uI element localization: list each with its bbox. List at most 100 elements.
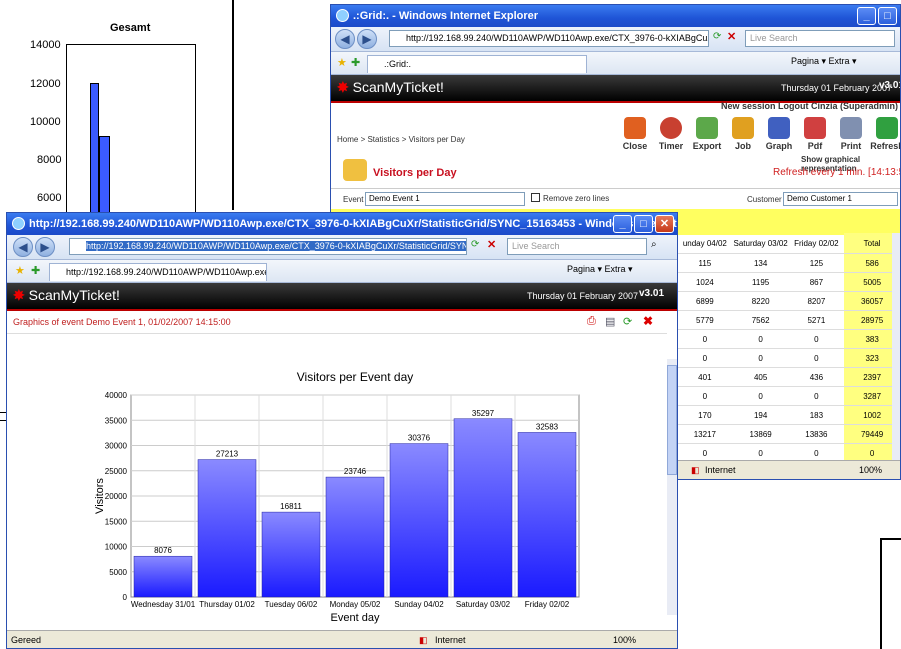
customer-label: Customer — [747, 195, 782, 204]
add-favorites-icon[interactable]: ✚ — [351, 56, 360, 69]
x-tick-label: Monday 05/02 — [330, 600, 381, 609]
forward-icon[interactable]: ▶ — [35, 237, 55, 257]
command-bar[interactable]: Pagina ▾ Extra ▾ — [791, 56, 857, 67]
maximize-button[interactable]: □ — [634, 215, 653, 233]
y-tick-label: 30000 — [105, 442, 128, 451]
app-logo-text: ScanMyTicket! — [352, 79, 444, 95]
table-cell: 436 — [788, 367, 845, 387]
divider — [331, 188, 900, 189]
background-bar — [90, 83, 99, 233]
forward-icon[interactable]: ▶ — [357, 29, 377, 49]
grid-header[interactable]: unday 04/02 — [677, 233, 733, 254]
tab-graph[interactable]: http://192.168.99.240/WD110AWP/WD110Awp.… — [49, 263, 267, 281]
zoom-level[interactable]: 100% — [613, 631, 636, 648]
refresh-icon[interactable]: ⟳ — [713, 31, 721, 42]
close-graph-icon[interactable]: ✖ — [643, 314, 653, 328]
data-label: 27213 — [216, 450, 239, 459]
y-tick-label: 35000 — [105, 416, 128, 425]
back-icon[interactable]: ◀ — [335, 29, 355, 49]
internet-zone: Internet — [705, 465, 736, 475]
front-window-titlebar[interactable]: http://192.168.99.240/WD110AWP/WD110Awp.… — [7, 213, 677, 235]
back-icon[interactable]: ◀ — [13, 237, 33, 257]
favorites-star-icon[interactable]: ★ — [337, 56, 347, 69]
refresh-info: Refresh every 1 min. [14:13:59] — [773, 167, 901, 178]
timer-button[interactable]: Timer — [653, 117, 689, 151]
scrollbar-thumb[interactable] — [667, 365, 677, 475]
table-cell: 1024 — [677, 272, 733, 292]
y-tick-label: 5000 — [109, 568, 127, 577]
search-icon[interactable]: ⌕ — [651, 239, 657, 250]
app-date: Thursday 01 February 2007 — [781, 83, 893, 93]
data-label: 16811 — [280, 502, 302, 511]
data-label: 30376 — [408, 434, 431, 443]
export-button[interactable]: Export — [689, 117, 725, 151]
refresh-icon[interactable]: ⟳ — [471, 239, 479, 250]
remove-zero-checkbox[interactable] — [531, 193, 540, 202]
breadcrumb[interactable]: Home > Statistics > Visitors per Day — [337, 135, 465, 144]
table-cell: 0 — [732, 348, 789, 368]
print-button[interactable]: Print — [833, 117, 869, 151]
session-links[interactable]: New session Logout Cinzia (Superadmin) — [721, 101, 898, 111]
stop-icon[interactable]: ✕ — [487, 238, 496, 251]
vertical-scrollbar[interactable] — [667, 359, 677, 615]
x-tick-label: Tuesday 06/02 — [265, 600, 318, 609]
customer-select[interactable]: Demo Customer 1 — [783, 192, 898, 206]
x-tick-label: Sunday 04/02 — [394, 600, 444, 609]
table-row: 0 0 0 3287 — [677, 386, 900, 406]
address-bar[interactable]: http://192.168.99.240/WD110AWP/WD110Awp.… — [69, 238, 467, 255]
bar — [517, 432, 577, 598]
table-cell: 0 — [732, 329, 789, 349]
zoom-level[interactable]: 100% — [859, 461, 882, 479]
divider-line — [232, 0, 234, 210]
address-bar[interactable]: http://192.168.99.240/WD110AWP/WD110Awp.… — [389, 30, 709, 47]
grid-header[interactable]: Friday 02/02 — [788, 233, 845, 254]
table-cell: 170 — [677, 405, 733, 425]
back-window-titlebar[interactable]: .:Grid:. - Windows Internet Explorer _ □ — [331, 5, 900, 27]
search-input[interactable]: Live Search — [745, 30, 895, 47]
table-cell: 115 — [677, 253, 733, 273]
background-tick: 12000 — [30, 78, 61, 90]
table-cell: 5779 — [677, 310, 733, 330]
table-cell: 405 — [732, 367, 789, 387]
table-row: 1024 1195 867 5005 — [677, 272, 900, 292]
minimize-button[interactable]: _ — [613, 215, 632, 233]
grid-header[interactable]: Saturday 03/02 — [732, 233, 789, 254]
table-cell: 13836 — [788, 424, 845, 444]
visitors-icon — [343, 159, 367, 181]
refresh-button[interactable]: Refresh — [869, 117, 900, 151]
search-input[interactable]: Live Search — [507, 238, 647, 255]
pdf-button[interactable]: Pdf — [797, 117, 833, 151]
bar — [261, 511, 321, 598]
ie-icon — [336, 9, 349, 22]
table-cell: 0 — [677, 386, 733, 406]
graph-button[interactable]: Graph — [761, 117, 797, 151]
add-favorites-icon[interactable]: ✚ — [31, 264, 40, 277]
favorites-star-icon[interactable]: ★ — [15, 264, 25, 277]
maximize-button[interactable]: □ — [878, 7, 897, 25]
stop-icon[interactable]: ✕ — [727, 30, 736, 43]
bar — [453, 418, 513, 598]
job-button[interactable]: Job — [725, 117, 761, 151]
security-icon: ◧ — [691, 465, 700, 475]
minimize-button[interactable]: _ — [857, 7, 876, 25]
command-bar[interactable]: Pagina ▾ Extra ▾ — [567, 264, 633, 275]
table-cell: 134 — [732, 253, 789, 273]
data-label: 32583 — [536, 422, 559, 431]
pdf-icon[interactable]: ⎙ — [587, 315, 596, 328]
data-grid: unday 04/02 Saturday 03/02 Friday 02/02 … — [677, 233, 900, 479]
data-label: 8076 — [154, 546, 172, 555]
print-icon[interactable]: ▤ — [605, 315, 615, 328]
app-version: v3.01 — [639, 288, 665, 299]
data-label: 23746 — [344, 467, 367, 476]
table-cell: 194 — [732, 405, 789, 425]
refresh-graph-icon[interactable]: ⟳ — [623, 315, 632, 328]
app-date: Thursday 01 February 2007 — [527, 291, 639, 301]
tab-grid[interactable]: .:Grid:. — [367, 55, 587, 73]
event-select[interactable]: Demo Event 1 — [365, 192, 525, 206]
y-tick-label: 10000 — [105, 543, 128, 552]
close-button[interactable]: Close — [617, 117, 653, 151]
close-window-button[interactable]: ✕ — [655, 215, 674, 233]
vertical-scrollbar[interactable] — [892, 233, 900, 461]
background-tick: 14000 — [30, 39, 61, 51]
background-tick: 10000 — [30, 116, 61, 128]
